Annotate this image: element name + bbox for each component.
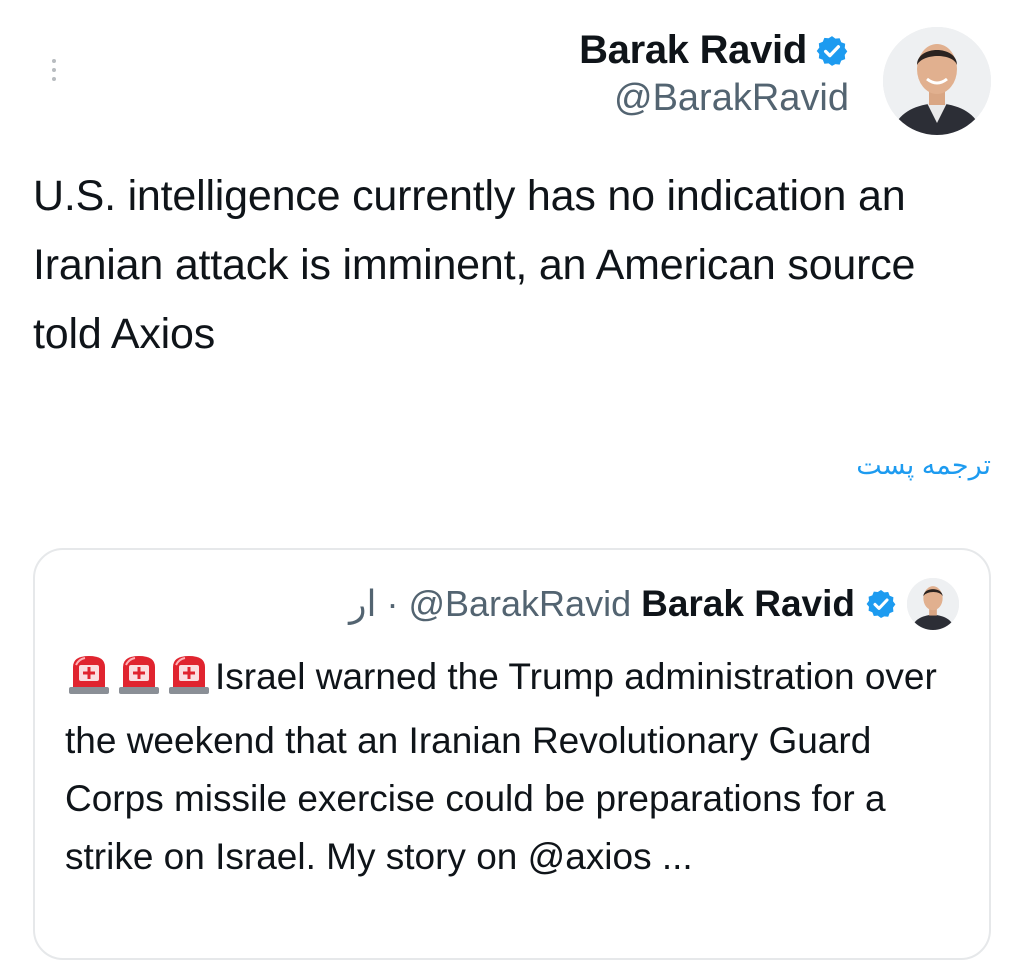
quoted-tweet-body: Israel warned the Trump administration o… <box>65 648 965 886</box>
quoted-separator: · <box>386 583 399 624</box>
tweet-author[interactable]: Barak Ravid @BarakRavid <box>579 28 849 120</box>
dot <box>52 59 56 63</box>
verified-badge-icon <box>865 588 897 620</box>
dot <box>52 77 56 81</box>
quoted-handle[interactable]: @BarakRavid <box>408 583 631 625</box>
quoted-tweet-header: ار · @BarakRavid Barak Ravid <box>349 578 959 630</box>
author-name[interactable]: Barak Ravid <box>579 28 807 73</box>
tweet-text: U.S. intelligence currently has no indic… <box>33 172 916 358</box>
avatar[interactable] <box>883 27 991 135</box>
avatar-image <box>907 578 959 630</box>
quoted-tweet-card[interactable]: ار · @BarakRavid Barak Ravid Israel warn… <box>33 548 991 960</box>
siren-emoji-icon <box>165 653 213 712</box>
dot <box>52 68 56 72</box>
avatar-image <box>883 27 991 135</box>
quoted-avatar[interactable] <box>907 578 959 630</box>
siren-emoji-icon <box>65 653 113 712</box>
quoted-author-name[interactable]: Barak Ravid <box>641 583 855 625</box>
author-handle[interactable]: @BarakRavid <box>579 77 849 120</box>
verified-badge-icon <box>815 34 849 68</box>
siren-emoji-icon <box>115 653 163 712</box>
siren-emoji-group <box>65 656 215 697</box>
translate-post-link[interactable]: ترجمه پست <box>856 450 991 481</box>
quoted-time: ار <box>349 583 377 624</box>
more-options-icon[interactable] <box>40 50 68 90</box>
